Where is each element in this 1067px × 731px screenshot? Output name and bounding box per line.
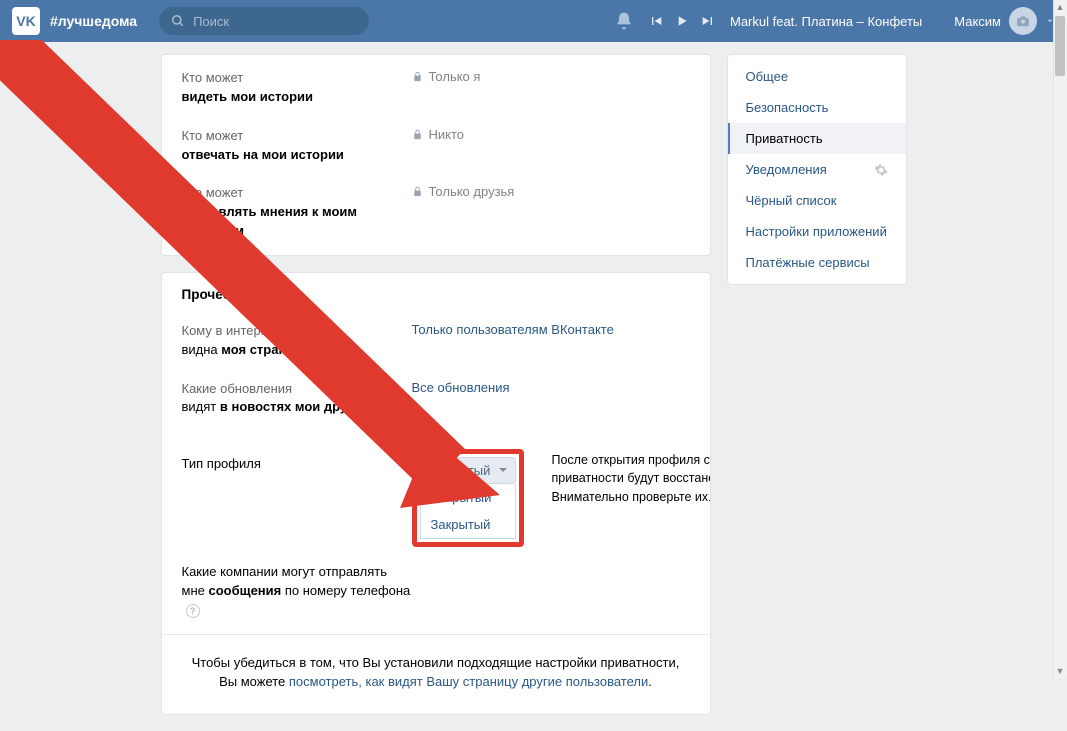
settings-sidebar: Общее Безопасность Приватность Уведомлен…	[727, 54, 907, 285]
option-open[interactable]: Открытый	[421, 484, 515, 511]
scrollbar[interactable]: ▲ ▼	[1053, 0, 1067, 678]
row-news-updates[interactable]: Какие обновлениявидят в новостях мои дру…	[162, 374, 710, 432]
profile-type-options: Открытый Закрытый	[420, 484, 516, 539]
sidebar-item-blacklist[interactable]: Чёрный список	[728, 185, 906, 216]
row-profile-type: Тип профиля Закрытый Открытый Закрытый П…	[162, 431, 710, 557]
sidebar-item-privacy[interactable]: Приватность	[728, 123, 906, 154]
player-controls: Markul feat. Платина – Конфеты	[648, 13, 922, 29]
option-closed[interactable]: Закрытый	[421, 511, 515, 538]
search-placeholder: Поиск	[193, 14, 229, 29]
sidebar-item-security[interactable]: Безопасность	[728, 92, 906, 123]
row-view-stories[interactable]: Кто можетвидеть мои истории Только я	[162, 55, 710, 121]
help-icon[interactable]: ?	[186, 604, 200, 618]
scroll-thumb[interactable]	[1055, 16, 1065, 76]
next-track-icon[interactable]	[700, 13, 716, 29]
stories-panel: Кто можетвидеть мои истории Только я Кто…	[161, 54, 711, 256]
scroll-up-icon[interactable]: ▲	[1053, 0, 1067, 14]
sidebar-item-app-settings[interactable]: Настройки приложений	[728, 216, 906, 247]
bell-icon[interactable]	[614, 11, 634, 31]
sidebar-item-payment[interactable]: Платёжные сервисы	[728, 247, 906, 278]
row-page-visibility[interactable]: Кому в интернетевидна моя страница Тольк…	[162, 308, 710, 374]
gear-icon	[874, 163, 888, 177]
user-block[interactable]: Максим	[954, 7, 1055, 35]
view-as-others-link[interactable]: посмотреть, как видят Вашу страницу друг…	[289, 674, 648, 689]
player-track[interactable]: Markul feat. Платина – Конфеты	[730, 14, 922, 29]
vk-logo[interactable]: VK	[12, 7, 40, 35]
privacy-footer-hint: Чтобы убедиться в том, что Вы установили…	[162, 634, 710, 714]
top-header: VK #лучшедома Поиск Markul feat. Платина…	[0, 0, 1067, 42]
avatar	[1009, 7, 1037, 35]
lock-icon	[412, 186, 423, 197]
search-icon	[171, 14, 185, 28]
sidebar-item-general[interactable]: Общее	[728, 61, 906, 92]
play-icon[interactable]	[674, 13, 690, 29]
lock-icon	[412, 71, 423, 82]
prev-track-icon[interactable]	[648, 13, 664, 29]
lock-icon	[412, 129, 423, 140]
section-other-title: Прочее	[162, 273, 710, 308]
profile-type-tooltip: После открытия профиля старые настройки …	[552, 449, 711, 505]
profile-type-dropdown-highlight: Закрытый Открытый Закрытый	[412, 449, 524, 547]
scroll-down-icon[interactable]: ▼	[1053, 664, 1067, 678]
other-panel: Прочее Кому в интернетевидна моя страниц…	[161, 272, 711, 715]
sidebar-item-notifications[interactable]: Уведомления	[728, 154, 906, 185]
row-reply-stories[interactable]: Кто можетотвечать на мои истории Никто	[162, 121, 710, 179]
header-right: Markul feat. Платина – Конфеты Максим	[614, 7, 1055, 35]
settings-main: Кто можетвидеть мои истории Только я Кто…	[161, 54, 711, 731]
row-company-messages[interactable]: Какие компании могут отправлять мне сооб…	[162, 557, 710, 634]
search-input[interactable]: Поиск	[159, 7, 369, 35]
row-opinions-stories[interactable]: Кто можетотправлять мнения к моим истори…	[162, 178, 710, 255]
camera-icon	[1016, 14, 1030, 28]
content-container: Кто можетвидеть мои истории Только я Кто…	[0, 42, 1067, 731]
header-hashtag[interactable]: #лучшедома	[50, 13, 137, 29]
profile-type-select[interactable]: Закрытый	[420, 457, 516, 484]
username: Максим	[954, 14, 1001, 29]
